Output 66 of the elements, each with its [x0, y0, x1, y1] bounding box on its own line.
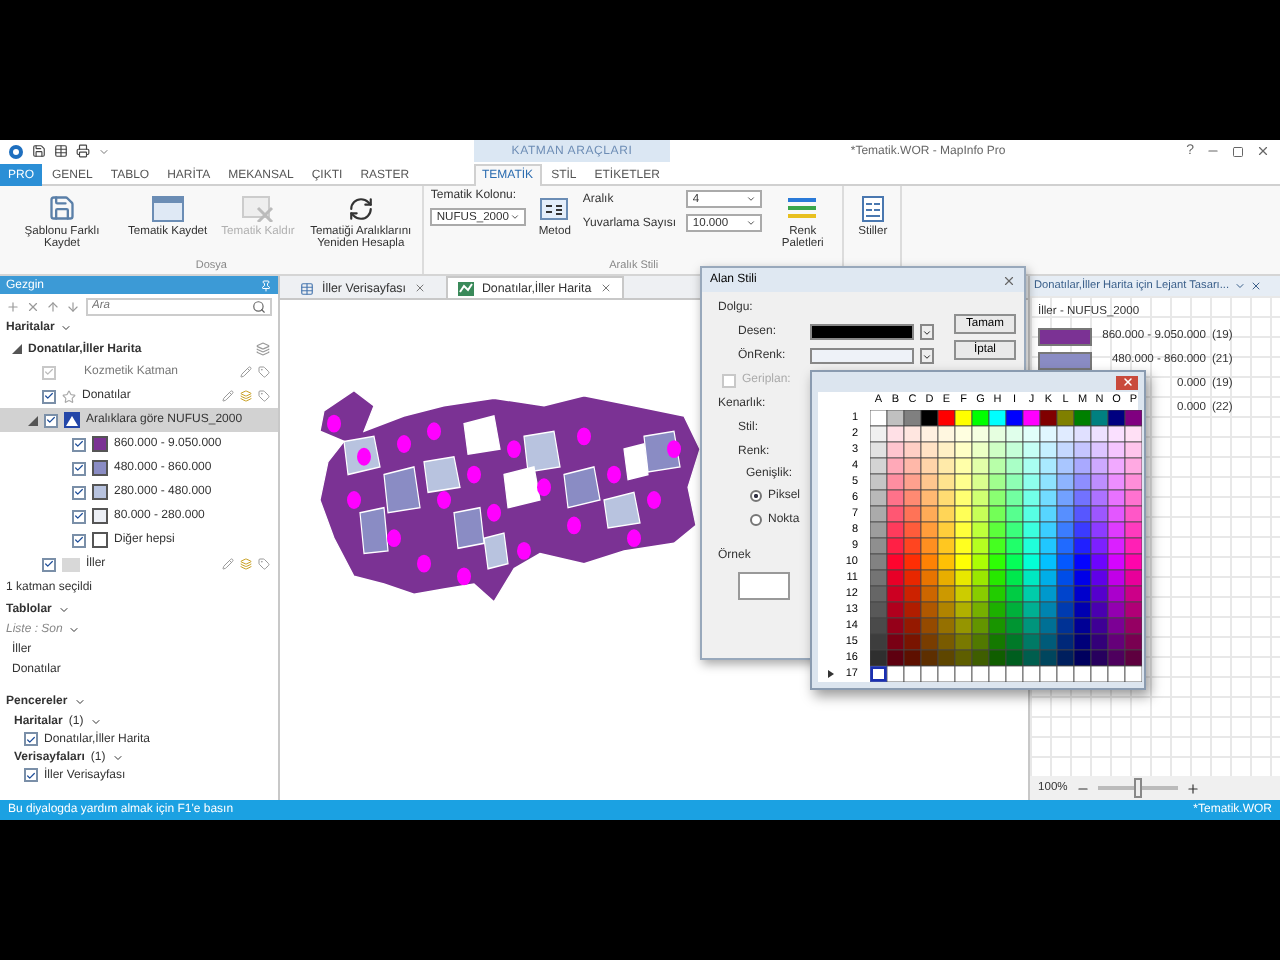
maximize-icon[interactable]: [1232, 145, 1244, 157]
caret-icon: [746, 194, 757, 204]
layers-icon[interactable]: [240, 558, 252, 570]
checkbox[interactable]: [24, 732, 38, 746]
expand-arrow-icon[interactable]: [28, 415, 38, 425]
checkbox[interactable]: [44, 413, 58, 427]
thematic-map-icon: [64, 412, 80, 428]
checkbox[interactable]: [24, 768, 38, 782]
method-icon: [540, 197, 569, 219]
dropdown-button[interactable]: [920, 348, 934, 364]
pencil-icon[interactable]: [222, 558, 234, 570]
caret-icon: [922, 327, 932, 337]
close-button[interactable]: [1116, 375, 1138, 389]
color-field[interactable]: [810, 348, 914, 364]
color-bars-icon: [788, 196, 817, 220]
save-icon: [48, 194, 76, 222]
checkbox[interactable]: [42, 389, 56, 403]
checkbox[interactable]: [72, 533, 86, 547]
layers-icon[interactable]: [256, 342, 270, 356]
pattern-field[interactable]: [810, 324, 914, 340]
preview-box: [738, 572, 790, 600]
caret-icon[interactable]: [98, 145, 110, 157]
table-icon[interactable]: [54, 144, 68, 158]
down-arrow-icon[interactable]: [66, 299, 80, 313]
caret-icon: [510, 212, 521, 222]
minimize-icon[interactable]: [1206, 144, 1220, 158]
up-arrow-icon[interactable]: [46, 299, 60, 313]
checkbox[interactable]: [72, 485, 86, 499]
close-icon[interactable]: [1002, 273, 1016, 287]
color-grid-drawing[interactable]: [870, 410, 1142, 682]
region-layer-icon: [62, 557, 80, 571]
save-icon[interactable]: [32, 144, 46, 158]
document-icon: [861, 195, 884, 221]
refresh-icon: [347, 195, 374, 221]
star-icon: [62, 389, 76, 403]
close-icon[interactable]: [1256, 144, 1270, 158]
checkbox[interactable]: [72, 461, 86, 475]
caret-icon: [922, 351, 932, 361]
printer-icon[interactable]: [76, 144, 90, 158]
close-icon[interactable]: [1249, 280, 1262, 292]
caret-icon[interactable]: [111, 751, 124, 763]
pin-icon[interactable]: [260, 279, 272, 291]
search-icon[interactable]: [252, 299, 266, 313]
zoom-in-icon[interactable]: [1185, 781, 1200, 795]
add-icon[interactable]: [6, 299, 20, 313]
window-icon: [151, 195, 184, 221]
checkbox[interactable]: [72, 437, 86, 451]
map-icon: [457, 281, 474, 295]
tag-icon[interactable]: [258, 390, 270, 402]
layers-icon[interactable]: [240, 390, 252, 402]
checkbox[interactable]: [72, 509, 86, 523]
remove-icon: [242, 195, 274, 221]
checkbox[interactable]: [42, 557, 56, 571]
remove-icon[interactable]: [26, 299, 40, 313]
close-icon: [1121, 376, 1133, 388]
radio-button[interactable]: [750, 490, 762, 502]
table-icon: [300, 281, 314, 295]
slider-thumb[interactable]: [1133, 778, 1142, 798]
close-icon[interactable]: [413, 282, 426, 294]
close-icon[interactable]: [599, 282, 612, 294]
caret-icon: [746, 218, 757, 228]
radio-button[interactable]: [750, 514, 762, 526]
expand-arrow-icon[interactable]: [12, 344, 22, 354]
dropdown-button[interactable]: [920, 324, 934, 340]
caret-icon[interactable]: [60, 322, 73, 334]
tag-icon[interactable]: [258, 558, 270, 570]
